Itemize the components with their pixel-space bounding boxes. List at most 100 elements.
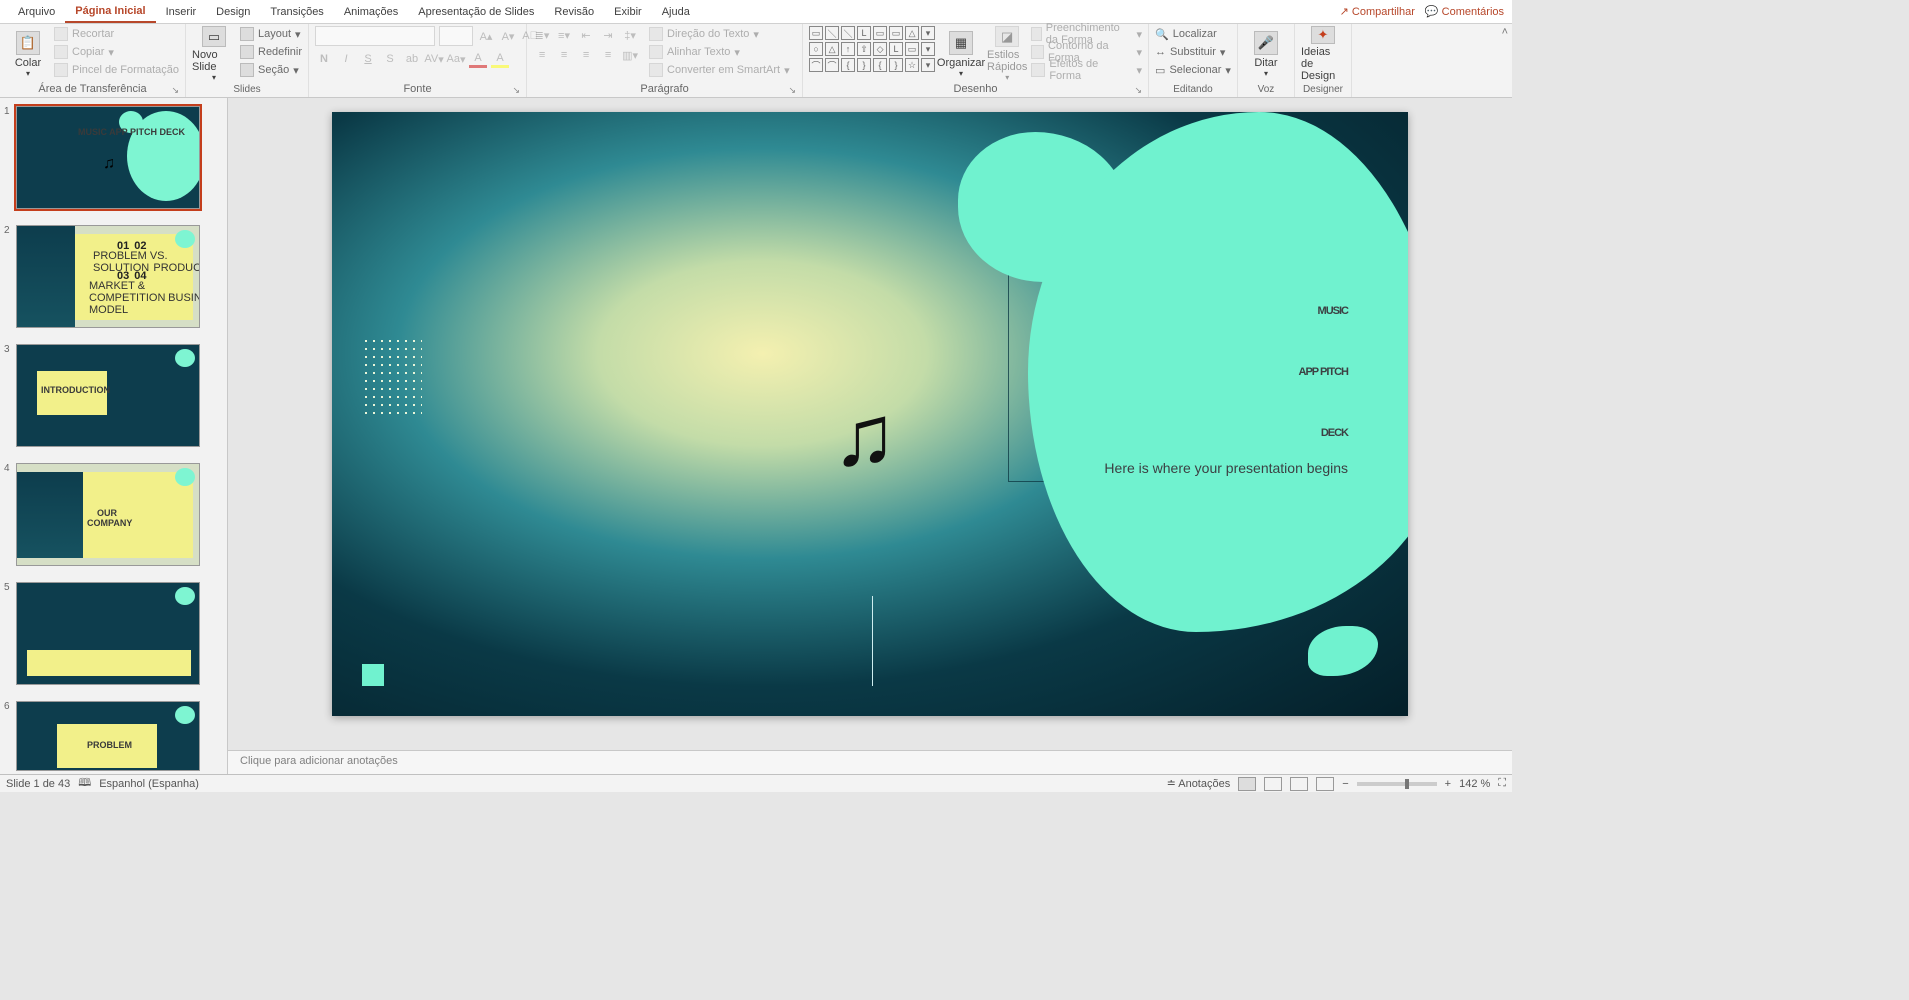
italic-button[interactable]: I — [337, 50, 355, 68]
dictate-button[interactable]: 🎤Ditar▾ — [1244, 26, 1288, 82]
underline-button[interactable]: S — [359, 50, 377, 68]
font-color-button[interactable]: A — [469, 50, 487, 68]
tab-ajuda[interactable]: Ajuda — [652, 2, 700, 22]
fit-to-window-button[interactable]: ⛶ — [1498, 777, 1506, 790]
thumb-slide-4[interactable]: OUR COMPANY — [16, 463, 200, 566]
group-font: A▴ A▾ A⃠ N I S S ab AV▾ Aa▾ A A Fonte↘ — [309, 24, 527, 97]
thumb-slide-3[interactable]: INTRODUCTION — [16, 344, 200, 447]
mic-icon: 🎤 — [1254, 31, 1278, 55]
highlight-button[interactable]: A — [491, 50, 509, 68]
reset-icon — [240, 45, 254, 59]
tab-apresentacao[interactable]: Apresentação de Slides — [408, 2, 544, 22]
change-case-button[interactable]: Aa▾ — [447, 50, 465, 68]
quick-styles-button[interactable]: ◪Estilos Rápidos▾ — [987, 26, 1027, 82]
sorter-view-button[interactable] — [1264, 777, 1282, 791]
title-text-box[interactable]: MUSIC APP PITCH DECK Here is where your … — [1028, 262, 1348, 476]
thumb-number: 2 — [4, 225, 16, 328]
share-button[interactable]: ↗ Compartilhar — [1340, 5, 1415, 18]
blob-shape — [1308, 626, 1378, 676]
reset-button[interactable]: Redefinir — [240, 44, 302, 60]
fill-icon — [1031, 27, 1041, 41]
normal-view-button[interactable] — [1238, 777, 1256, 791]
copy-button[interactable]: Copiar ▾ — [54, 44, 179, 60]
tab-revisao[interactable]: Revisão — [544, 2, 604, 22]
design-ideas-button[interactable]: ✦Ideias de Design — [1301, 26, 1345, 82]
zoom-slider[interactable] — [1357, 782, 1437, 786]
thumb-slide-5[interactable] — [16, 582, 200, 685]
char-spacing-button[interactable]: AV▾ — [425, 50, 443, 68]
shape-effects-button[interactable]: Efeitos de Forma ▾ — [1031, 62, 1142, 78]
slide-title: MUSIC APP PITCH DECK — [1028, 262, 1348, 444]
outdent-button[interactable]: ⇤ — [577, 26, 595, 44]
notes-pane[interactable]: Clique para adicionar anotações — [228, 750, 1512, 774]
convert-smartart-button[interactable]: Converter em SmartArt ▾ — [649, 62, 790, 78]
text-direction-button[interactable]: Direção do Texto ▾ — [649, 26, 790, 42]
slide-thumbnail-pane[interactable]: 1 MUSIC APP PITCH DECK ♫ 2 01 02 PROBLEM… — [0, 98, 228, 774]
align-center-button[interactable]: ≡ — [555, 46, 573, 64]
zoom-in-button[interactable]: + — [1445, 778, 1451, 790]
select-button[interactable]: ▭Selecionar ▾ — [1155, 62, 1231, 78]
collapse-ribbon-icon[interactable]: ˄ — [1502, 26, 1508, 38]
cut-button[interactable]: Recortar — [54, 26, 179, 42]
status-slide-counter: Slide 1 de 43 — [6, 778, 70, 790]
font-size-select[interactable] — [439, 26, 473, 46]
indent-button[interactable]: ⇥ — [599, 26, 617, 44]
tab-animacoes[interactable]: Animações — [334, 2, 408, 22]
align-text-button[interactable]: Alinhar Texto ▾ — [649, 44, 790, 60]
section-icon — [240, 63, 254, 77]
strike-button[interactable]: S — [381, 50, 399, 68]
thumb-number: 5 — [4, 582, 16, 685]
tab-pagina-inicial[interactable]: Página Inicial — [65, 1, 155, 23]
accessibility-icon[interactable]: 🕮 — [78, 774, 91, 793]
columns-button[interactable]: ▥▾ — [621, 46, 639, 64]
find-button[interactable]: 🔍Localizar — [1155, 26, 1231, 42]
align-left-button[interactable]: ≡ — [533, 46, 551, 64]
drawing-launcher-icon[interactable]: ↘ — [1134, 85, 1142, 96]
font-family-select[interactable] — [315, 26, 435, 46]
paragraph-launcher-icon[interactable]: ↘ — [788, 85, 796, 96]
tab-arquivo[interactable]: Arquivo — [8, 2, 65, 22]
format-painter-button[interactable]: Pincel de Formatação — [54, 62, 179, 78]
new-slide-button[interactable]: ▭ Novo Slide▾ — [192, 26, 236, 82]
arrange-button[interactable]: ▦Organizar▾ — [939, 26, 983, 82]
comments-button[interactable]: 💬 Comentários — [1425, 5, 1504, 18]
tab-design[interactable]: Design — [206, 2, 260, 22]
justify-button[interactable]: ≡ — [599, 46, 617, 64]
slideshow-view-button[interactable] — [1316, 777, 1334, 791]
thumb-slide-2[interactable]: 01 02 PROBLEM VS. SOLUTION PRODUCT 03 04… — [16, 225, 200, 328]
thumb-number: 3 — [4, 344, 16, 447]
section-button[interactable]: Seção ▾ — [240, 62, 302, 78]
bullets-button[interactable]: ≣▾ — [533, 26, 551, 44]
tab-inserir[interactable]: Inserir — [156, 2, 207, 22]
thumb-slide-6[interactable]: PROBLEM — [16, 701, 200, 771]
slide[interactable]: ♫ MUSIC APP PITCH DECK Here is where you… — [332, 112, 1408, 716]
music-note-icon: ♫ — [832, 387, 897, 486]
accent-square — [362, 664, 384, 686]
outline-icon — [1031, 45, 1044, 59]
reading-view-button[interactable] — [1290, 777, 1308, 791]
zoom-out-button[interactable]: − — [1342, 778, 1348, 790]
shrink-font-icon[interactable]: A▾ — [499, 27, 517, 45]
tab-transicoes[interactable]: Transições — [260, 2, 333, 22]
clipboard-launcher-icon[interactable]: ↘ — [171, 85, 179, 96]
grow-font-icon[interactable]: A▴ — [477, 27, 495, 45]
shapes-gallery[interactable]: ▭＼＼L▭▭△▾ ○△↑⇧◇L▭▾ ⌒⌒{}{}☆▾ — [809, 26, 935, 72]
status-language[interactable]: Espanhol (Espanha) — [99, 778, 199, 790]
align-right-button[interactable]: ≡ — [577, 46, 595, 64]
tab-exibir[interactable]: Exibir — [604, 2, 652, 22]
paste-button[interactable]: 📋 Colar▾ — [6, 26, 50, 82]
copy-icon — [54, 45, 68, 59]
bold-button[interactable]: N — [315, 50, 333, 68]
notes-toggle[interactable]: ≐ Anotações — [1167, 777, 1231, 790]
zoom-level[interactable]: 142 % — [1459, 778, 1490, 790]
replace-button[interactable]: ↔Substituir ▾ — [1155, 44, 1231, 60]
font-launcher-icon[interactable]: ↘ — [512, 85, 520, 96]
slide-canvas-area[interactable]: ♫ MUSIC APP PITCH DECK Here is where you… — [228, 98, 1512, 750]
thumb-slide-1[interactable]: MUSIC APP PITCH DECK ♫ — [16, 106, 200, 209]
layout-button[interactable]: Layout ▾ — [240, 26, 302, 42]
line-spacing-button[interactable]: ‡▾ — [621, 26, 639, 44]
numbering-button[interactable]: ≡▾ — [555, 26, 573, 44]
shadow-button[interactable]: ab — [403, 50, 421, 68]
design-ideas-icon: ✦ — [1311, 26, 1335, 44]
effects-icon — [1031, 63, 1045, 77]
